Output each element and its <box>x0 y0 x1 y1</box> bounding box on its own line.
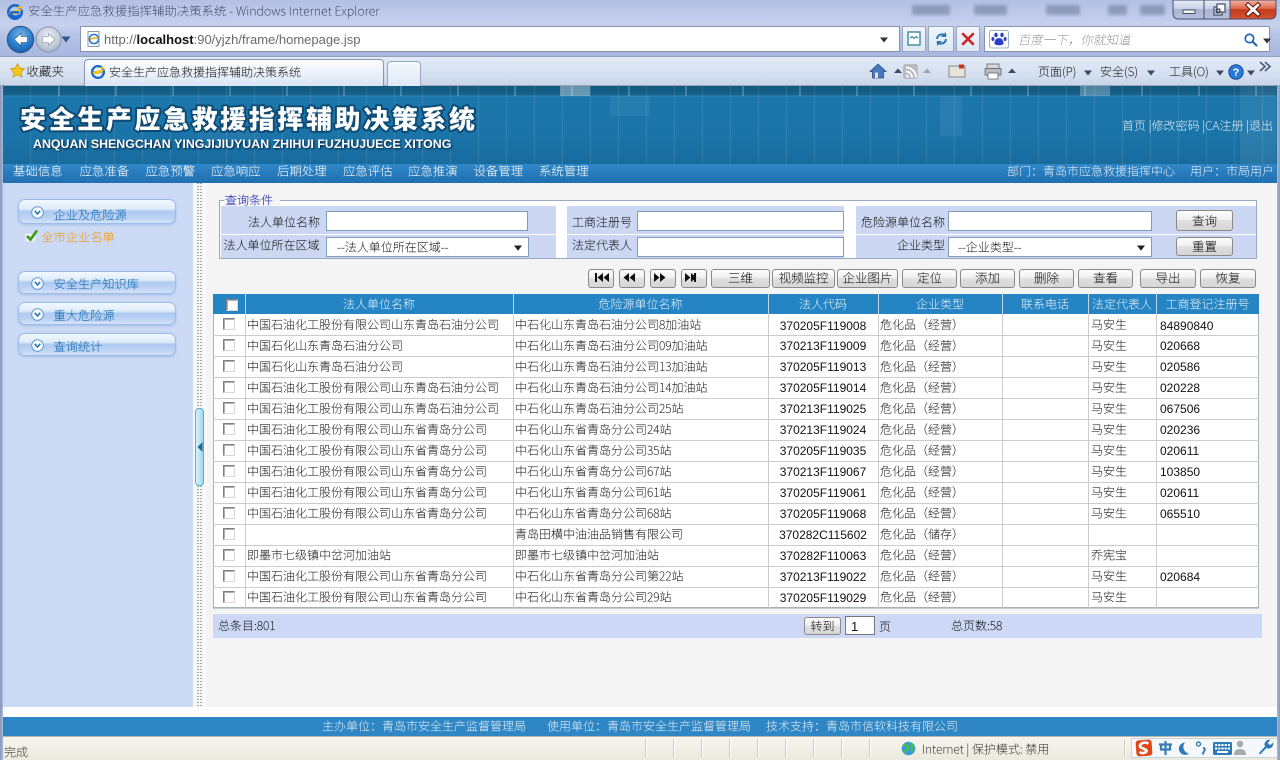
svg-text:?: ? <box>1233 67 1240 79</box>
